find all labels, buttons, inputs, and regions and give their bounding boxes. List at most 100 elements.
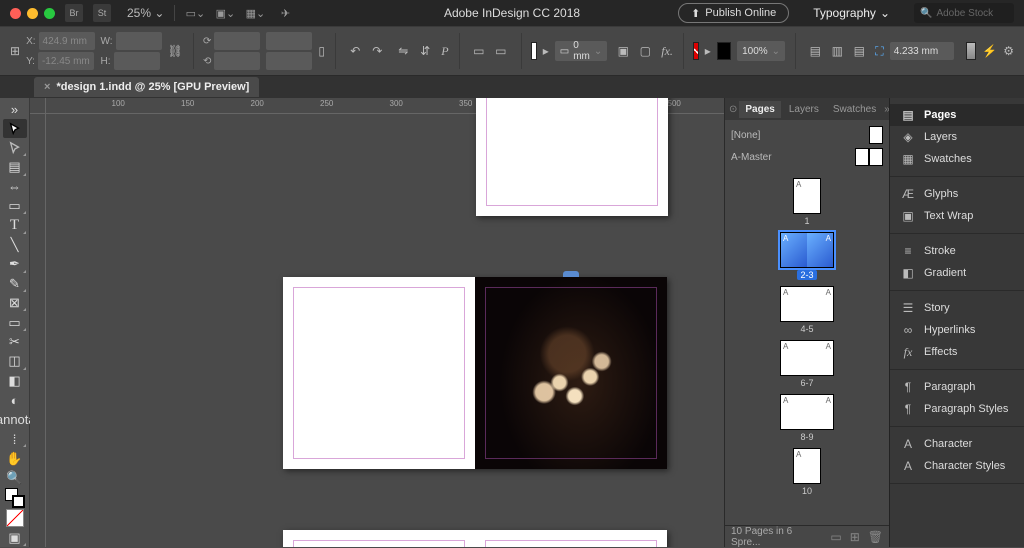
stock-button[interactable]: St — [93, 4, 111, 22]
gpu-toggle-icon[interactable]: ✈ — [275, 4, 295, 22]
panel-item-paragraph[interactable]: ¶Paragraph — [890, 376, 1024, 398]
panel-item-layers[interactable]: ◈Layers — [890, 126, 1024, 148]
panel-item-text-wrap[interactable]: ▣Text Wrap — [890, 205, 1024, 227]
constrain-proportions-icon[interactable]: ⛓ — [168, 41, 183, 61]
free-transform-tool[interactable]: ◫ — [3, 352, 27, 370]
expand-toolbox[interactable]: » — [3, 100, 27, 118]
screen-mode-icon[interactable]: ▣⌄ — [215, 4, 235, 22]
direct-select-tool[interactable] — [3, 139, 27, 157]
spread-1[interactable] — [476, 98, 668, 216]
x-field[interactable]: 424.9 mm — [39, 32, 95, 50]
rotate-ccw-icon[interactable]: ↶ — [345, 41, 365, 61]
document-tab[interactable]: × *design 1.indd @ 25% [GPU Preview] — [34, 77, 259, 97]
document-canvas[interactable]: 100150200250300350400450500550 — [30, 98, 724, 547]
frame-fit-2[interactable]: ▢ — [635, 41, 655, 61]
corner-radius-icon[interactable]: ⛶ — [875, 41, 883, 61]
page-tool[interactable]: ▤ — [3, 158, 27, 176]
stroke-color-swatch[interactable] — [717, 42, 731, 60]
spread-thumb-2-3[interactable]: AA2-3 — [780, 232, 834, 280]
bridge-button[interactable]: Br — [65, 4, 83, 22]
panel-item-swatches[interactable]: ▦Swatches — [890, 148, 1024, 170]
send-back-icon[interactable]: ▭ — [491, 41, 511, 61]
rectangle-frame-tool[interactable]: ⊠ — [3, 294, 27, 312]
type-tool[interactable]: T — [3, 216, 27, 234]
delete-page-icon[interactable]: 🗑 — [868, 530, 883, 544]
panel-item-effects[interactable]: fxEffects — [890, 341, 1024, 363]
gap-tool[interactable]: ⇔ — [3, 178, 27, 196]
close-window[interactable] — [10, 8, 21, 19]
spread-thumb-8-9[interactable]: AA8-9 — [780, 394, 834, 442]
panel-item-hyperlinks[interactable]: ∞Hyperlinks — [890, 319, 1024, 341]
content-collector-tool[interactable]: ▭ — [3, 197, 27, 215]
w-field[interactable] — [116, 32, 162, 50]
panel-item-glyphs[interactable]: ÆGlyphs — [890, 183, 1024, 205]
scale-y-field[interactable] — [214, 52, 260, 70]
frame-fit-1[interactable]: ▣ — [613, 41, 633, 61]
stroke-none-swatch[interactable] — [693, 42, 699, 60]
arrange-docs-icon[interactable]: ▦⌄ — [245, 4, 265, 22]
panel-item-pages[interactable]: ▤Pages — [890, 104, 1024, 126]
panel-item-paragraph-styles[interactable]: ¶Paragraph Styles — [890, 398, 1024, 420]
panel-item-character[interactable]: ACharacter — [890, 433, 1024, 455]
minimize-window[interactable] — [27, 8, 38, 19]
zoom-tool[interactable]: 🔍 — [3, 469, 27, 487]
corner-radius-field[interactable]: 4.233 mm — [890, 42, 954, 60]
fill-stroke-swap[interactable] — [3, 488, 27, 508]
auto-fit-icon[interactable]: ▯ — [318, 41, 325, 61]
rotate-cw-icon[interactable]: ↷ — [367, 41, 387, 61]
selection-tool[interactable] — [3, 119, 27, 137]
rectangle-tool[interactable]: ▭ — [3, 313, 27, 331]
close-tab-icon[interactable]: × — [44, 81, 50, 93]
note-tool[interactable]: �annotate — [3, 411, 27, 429]
spread-thumb-10[interactable]: A10 — [793, 448, 821, 496]
tab-swatches[interactable]: Swatches — [827, 101, 882, 118]
y-field[interactable]: -12.45 mm — [38, 52, 94, 70]
opacity-dd[interactable]: 100% — [737, 41, 785, 61]
rotate-field[interactable] — [266, 32, 312, 50]
spread-2-3[interactable] — [283, 277, 667, 469]
maximize-window[interactable] — [44, 8, 55, 19]
workspace-dropdown[interactable]: Typography⌄ — [813, 6, 890, 20]
gradient-swatch-tool[interactable]: ◧ — [3, 372, 27, 390]
tab-layers[interactable]: Layers — [783, 101, 825, 118]
new-page-icon[interactable]: ⊞ — [850, 530, 860, 544]
stroke-dd[interactable]: ▸ — [705, 41, 711, 61]
shear-field[interactable] — [266, 52, 312, 70]
hand-tool[interactable]: ✋ — [3, 449, 27, 467]
tab-pages[interactable]: Pages — [739, 101, 780, 118]
spread-4-5[interactable] — [283, 530, 667, 547]
view-options-icon[interactable]: ▭⌄ — [185, 4, 205, 22]
line-tool[interactable]: ╲ — [3, 236, 27, 254]
spread-thumb-6-7[interactable]: AA6-7 — [780, 340, 834, 388]
gradient-feather-tool[interactable]: ◐ — [3, 391, 27, 409]
fx-icon[interactable]: fx. — [661, 41, 673, 61]
panel-item-story[interactable]: ☰Story — [890, 297, 1024, 319]
panel-item-gradient[interactable]: ◧Gradient — [890, 262, 1024, 284]
align-left-icon[interactable]: ▤ — [805, 41, 825, 61]
pen-tool[interactable]: ✒ — [3, 255, 27, 273]
flip-h-icon[interactable]: ⇋ — [393, 41, 413, 61]
h-field[interactable] — [114, 52, 160, 70]
fill-dd[interactable]: ▸ — [543, 41, 549, 61]
panel-item-character-styles[interactable]: ACharacter Styles — [890, 455, 1024, 477]
quick-apply-icon[interactable]: ⚡ — [982, 41, 997, 61]
ref-point-grid[interactable]: ⊞ — [10, 41, 20, 61]
scale-x-field[interactable] — [214, 32, 260, 50]
p-icon[interactable]: P — [441, 41, 448, 61]
align-right-icon[interactable]: ▤ — [849, 41, 869, 61]
spread-thumb-1[interactable]: A1 — [793, 178, 821, 226]
zoom-level-dropdown[interactable]: 25% ⌄ — [127, 6, 164, 20]
adobe-stock-search[interactable]: 🔍 Adobe Stock — [914, 3, 1014, 23]
master-none[interactable]: [None] — [731, 124, 883, 146]
vertical-ruler[interactable] — [30, 114, 46, 547]
apply-none[interactable] — [3, 509, 27, 527]
view-mode[interactable]: ▣ — [3, 529, 27, 547]
flip-v-icon[interactable]: ⇵ — [415, 41, 435, 61]
preview-swatch[interactable] — [966, 42, 977, 60]
stroke-weight-dd[interactable]: ▭0 mm — [555, 41, 608, 61]
pencil-tool[interactable]: ✎ — [3, 275, 27, 293]
scissors-tool[interactable]: ✂ — [3, 333, 27, 351]
publish-online-button[interactable]: ⬆ Publish Online — [678, 3, 789, 23]
align-center-icon[interactable]: ▥ — [827, 41, 847, 61]
panel-item-stroke[interactable]: ≡Stroke — [890, 240, 1024, 262]
